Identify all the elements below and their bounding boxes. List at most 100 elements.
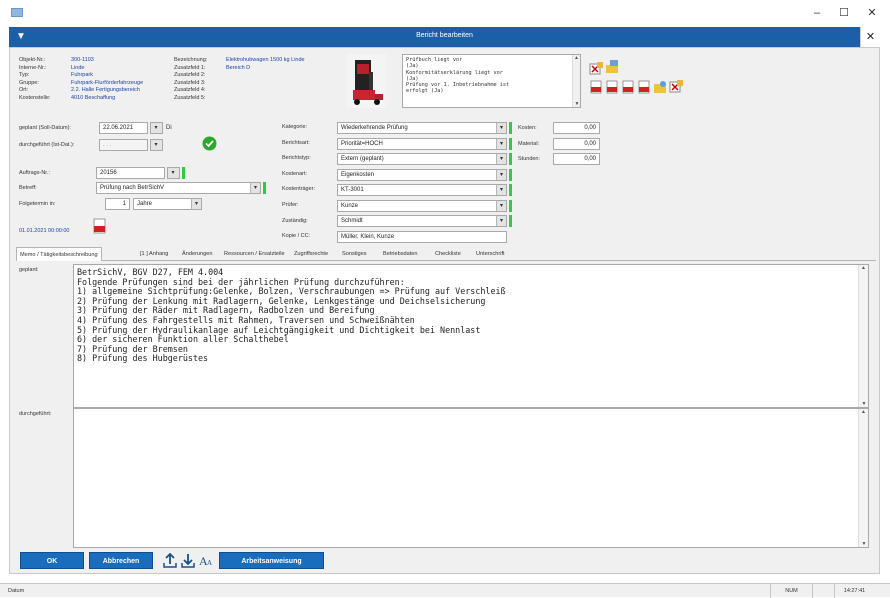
label-gruppe: Gruppe:	[19, 79, 39, 86]
tab-anhang[interactable]: [1 ] Anhang	[137, 247, 171, 261]
kostenart-status-bar	[509, 169, 512, 181]
download-icon[interactable]	[181, 552, 195, 571]
statusbar-empty	[812, 584, 834, 598]
memo-planned-scrollbar[interactable]: ▲ ▼	[858, 265, 868, 407]
zustaendig-select[interactable]: Schmidt ▾	[337, 215, 507, 227]
folgetermin-unit-select[interactable]: Jahre ▾	[133, 198, 202, 210]
kostenart-value: Eigenkosten	[341, 172, 375, 178]
value-typ[interactable]: Fuhrpark	[71, 72, 143, 80]
auftrag-input[interactable]: 20156	[96, 167, 165, 179]
kostentraeger-select[interactable]: KT-3001 ▾	[337, 184, 507, 196]
pruefer-select[interactable]: Kunze ▾	[337, 200, 507, 212]
zustaendig-status-bar	[509, 215, 512, 227]
memo-done-scrollbar[interactable]: ▲ ▼	[858, 409, 868, 547]
notes-memo[interactable]: Prüfbuch liegt vor (Ja) Konformitätserkl…	[402, 54, 581, 108]
pdf-icon-1[interactable]	[589, 80, 603, 96]
planned-date-input[interactable]: 22.06.2021	[99, 122, 148, 134]
betreff-status-bar	[263, 182, 266, 194]
berichtstyp-select[interactable]: Extern (geplant) ▾	[337, 153, 507, 165]
font-size-icon[interactable]: AA	[199, 552, 213, 571]
done-date-input[interactable]: . . .	[99, 139, 148, 151]
tab-sonstiges[interactable]: Sonstiges	[339, 247, 370, 261]
planned-date-label: geplant (Soll-Datum):	[19, 125, 71, 131]
stunden-label: Stunden:	[518, 156, 541, 162]
stunden-input[interactable]: 0,00	[553, 153, 600, 165]
kostenart-select[interactable]: Eigenkosten ▾	[337, 169, 507, 181]
statusbar: Datum NUM 14:27:41	[0, 583, 890, 598]
betreff-value: Prüfung nach BetrSichV	[100, 185, 165, 191]
done-date-label: durchgeführt (Ist-Dat.):	[19, 142, 75, 148]
status-ok-icon	[202, 136, 217, 153]
kosten-input[interactable]: 0,00	[553, 122, 600, 134]
done-date-picker[interactable]: ▾	[150, 139, 163, 151]
berichtsart-value: Priorität=HOCH	[341, 141, 383, 147]
value-bezeichnung: Elektrohubwagen 1500 kg Linde	[226, 57, 305, 63]
memo-done-textarea[interactable]: ▲ ▼	[73, 408, 869, 548]
classification-labels: Kategorie: Berichtsart: Berichtstyp: Kos…	[282, 124, 315, 249]
tab-bar: Memo / Tätigkeitsbeschreibung [1 ] Anhan…	[16, 247, 876, 261]
svg-text:A: A	[207, 559, 212, 567]
berichtstyp-status-bar	[509, 153, 512, 165]
material-label: Material:	[518, 141, 540, 147]
work-instruction-button[interactable]: Arbeitsanweisung	[219, 552, 324, 569]
tab-ressourcen[interactable]: Ressourcen / Ersatzteile	[221, 247, 288, 261]
object-info-labels-2: Bezeichnung: Zusatzfeld 1: Zusatzfeld 2:…	[174, 57, 207, 103]
pdf-icon-4[interactable]	[637, 80, 651, 96]
planned-date-picker[interactable]: ▾	[150, 122, 163, 134]
label-zusatzfeld-1: Zusatzfeld 1:	[174, 64, 206, 71]
kopie-cc-input[interactable]: Müller, Klein, Kunze	[337, 231, 507, 243]
tab-checkliste[interactable]: Checkliste	[432, 247, 464, 261]
material-input[interactable]: 0,00	[553, 138, 600, 150]
next-date-link[interactable]: 01.01.2021 00:00:00	[19, 228, 69, 234]
kategorie-select[interactable]: Wiederkehrende Prüfung ▾	[337, 122, 507, 134]
label-zusatzfeld-3: Zusatzfeld 3:	[174, 79, 206, 86]
zustaendig-value: Schmidt	[341, 218, 363, 224]
kostenart-label: Kostenart:	[282, 170, 308, 177]
statusbar-num: NUM	[770, 584, 812, 598]
berichtsart-status-bar	[509, 138, 512, 150]
pruefer-status-bar	[509, 200, 512, 212]
tab-unterschrift[interactable]: Unterschrift	[473, 247, 508, 261]
pdf-report-icon[interactable]	[93, 218, 107, 236]
dialog-title: Bericht bearbeiten	[416, 32, 473, 39]
value-ort[interactable]: 2.2. Halle Fertigungsbereich	[71, 87, 143, 95]
value-kostenstelle[interactable]: 4010 Beschaffung	[71, 95, 143, 103]
tab-betriebsdaten[interactable]: Betriebsdaten	[380, 247, 421, 261]
notes-memo-scrollbar[interactable]: ▲ ▼	[572, 55, 580, 107]
kostentraeger-label: Kostenträger:	[282, 186, 316, 193]
pdf-icon-3[interactable]	[621, 80, 635, 96]
value-objekt-nr[interactable]: 300-1103	[71, 57, 143, 65]
ok-button[interactable]: OK	[20, 552, 84, 569]
value-gruppe[interactable]: Fuhrpark-Flurförderfahrzeuge	[71, 80, 143, 88]
object-info-values: 300-1103 Linde Fuhrpark Fuhrpark-Flurför…	[71, 57, 143, 103]
folgetermin-input[interactable]: 1	[105, 198, 130, 210]
planned-day: Di	[166, 125, 172, 131]
remove-attachment-icon[interactable]	[669, 80, 683, 96]
berichtsart-select[interactable]: Priorität=HOCH ▾	[337, 138, 507, 150]
pdf-icon-2[interactable]	[605, 80, 619, 96]
label-typ: Typ:	[19, 72, 30, 79]
label-objekt-nr: Objekt-Nr.:	[19, 57, 46, 63]
tab-aenderungen[interactable]: Änderungen	[179, 247, 215, 261]
folder-add-icon[interactable]	[605, 60, 619, 76]
label-bezeichnung: Bezeichnung:	[174, 57, 208, 63]
memo-planned-text: BetrSichV, BGV D27, FEM 4.004 Folgende P…	[77, 267, 506, 364]
tab-memo[interactable]: Memo / Tätigkeitsbeschreibung	[16, 247, 102, 261]
betreff-select[interactable]: Prüfung nach BetrSichV ▾	[96, 182, 261, 194]
auftrag-dropdown[interactable]: ▾	[167, 167, 180, 179]
folgetermin-unit-value: Jahre	[137, 201, 153, 207]
value-interne-nr[interactable]: Linde	[71, 65, 143, 73]
upload-icon[interactable]	[163, 552, 177, 571]
dialog-titlebar: ▼ Bericht bearbeiten ✕	[9, 27, 880, 47]
label-zusatzfeld-4: Zusatzfeld 4:	[174, 87, 206, 94]
image-folder-icon[interactable]	[653, 80, 667, 96]
attach-icon[interactable]	[589, 62, 603, 78]
cancel-button[interactable]: Abbrechen	[89, 552, 153, 569]
minimize-button[interactable]: –	[802, 4, 832, 22]
tab-zugriffsrechte[interactable]: Zugriffsrechte	[291, 247, 331, 261]
memo-planned-textarea[interactable]: BetrSichV, BGV D27, FEM 4.004 Folgende P…	[73, 264, 869, 408]
dialog-close-button[interactable]: ✕	[860, 27, 880, 47]
pruefer-label: Prüfer:	[282, 201, 299, 208]
window-close-button[interactable]: ✕	[857, 4, 887, 22]
maximize-button[interactable]: ☐	[829, 4, 859, 22]
